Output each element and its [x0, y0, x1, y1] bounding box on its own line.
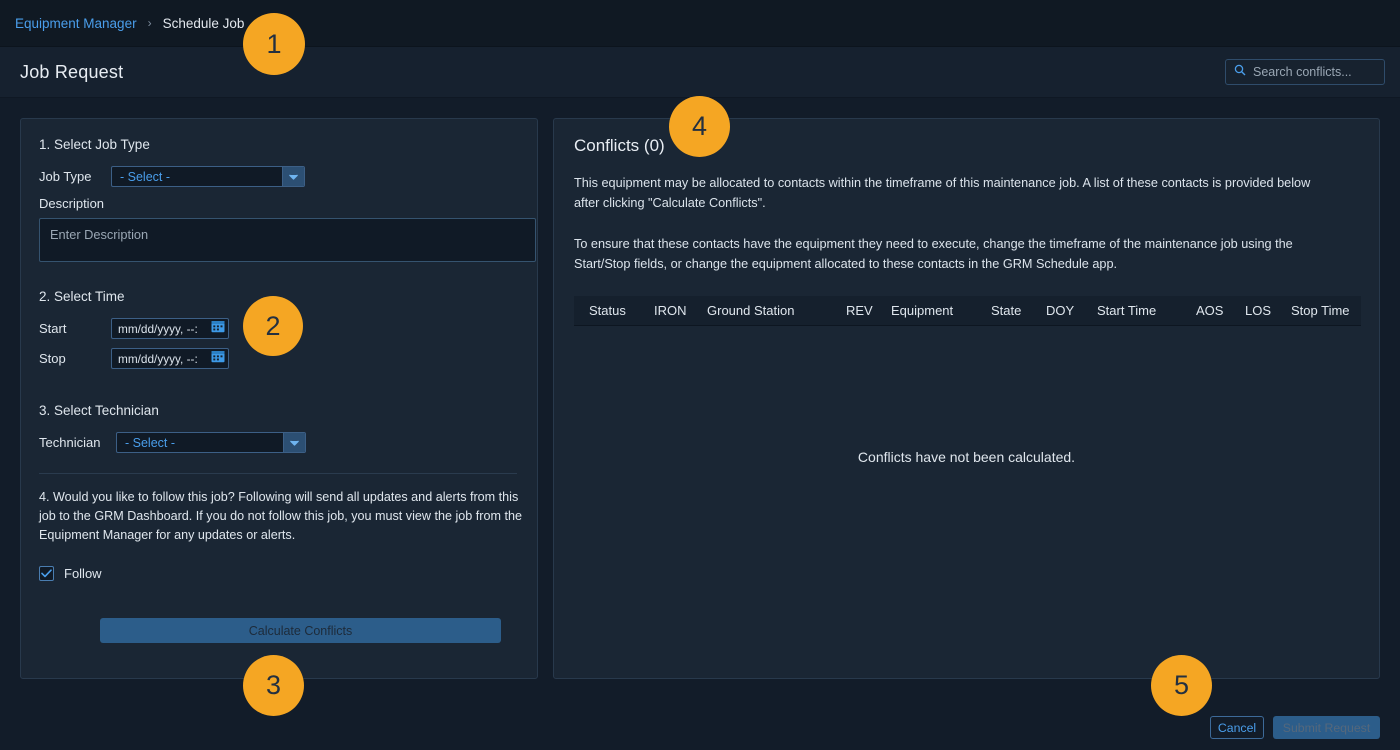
stop-datetime-value: mm/dd/yyyy, --: [118, 352, 198, 366]
search-input[interactable] [1253, 65, 1400, 79]
breadcrumb-current-schedule-job: Schedule Job [163, 16, 245, 31]
chevron-down-icon[interactable] [283, 433, 305, 452]
follow-checkbox-row[interactable]: Follow [39, 566, 517, 581]
table-column-header[interactable]: AOS [1196, 303, 1223, 318]
annotation-badge-2: 2 [243, 296, 303, 356]
cancel-button[interactable]: Cancel [1210, 716, 1264, 739]
annotation-badge-5: 5 [1151, 655, 1212, 716]
section-divider [39, 473, 517, 474]
step-3-label: 3. Select Technician [39, 403, 517, 418]
table-column-header[interactable]: DOY [1046, 303, 1074, 318]
search-conflicts-box[interactable] [1225, 59, 1385, 85]
content-area: 1. Select Job Type Job Type - Select - D… [0, 98, 1400, 679]
job-type-label: Job Type [39, 169, 111, 184]
chevron-down-icon[interactable] [282, 167, 304, 186]
table-column-header[interactable]: State [991, 303, 1021, 318]
table-column-header[interactable]: IRON [654, 303, 687, 318]
table-column-header[interactable]: Equipment [891, 303, 953, 318]
table-column-header[interactable]: LOS [1245, 303, 1271, 318]
job-type-value: - Select - [112, 167, 282, 186]
step-1-label: 1. Select Job Type [39, 137, 517, 152]
annotation-badge-1: 1 [243, 13, 305, 75]
table-column-header[interactable]: REV [846, 303, 873, 318]
technician-value: - Select - [117, 433, 283, 452]
calendar-icon[interactable] [211, 349, 225, 368]
stop-datetime-input[interactable]: mm/dd/yyyy, --: [111, 348, 229, 369]
description-label: Description [39, 196, 517, 211]
job-type-row: Job Type - Select - [39, 166, 517, 187]
conflicts-panel: Conflicts (0) This equipment may be allo… [553, 118, 1380, 679]
table-column-header[interactable]: Stop Time [1291, 303, 1350, 318]
search-icon [1234, 63, 1246, 81]
step-4-text: 4. Would you like to follow this job? Fo… [39, 488, 527, 545]
submit-request-button[interactable]: Submit Request [1273, 716, 1380, 739]
breadcrumb-separator-icon: › [148, 16, 152, 30]
technician-row: Technician - Select - [39, 432, 517, 453]
annotation-badge-3: 3 [243, 655, 304, 716]
table-column-header[interactable]: Status [589, 303, 626, 318]
conflicts-paragraph-2: To ensure that these contacts have the e… [574, 235, 1331, 274]
table-column-header[interactable]: Start Time [1097, 303, 1156, 318]
conflicts-paragraph-1: This equipment may be allocated to conta… [574, 174, 1331, 213]
calendar-icon[interactable] [211, 319, 225, 338]
footer-actions: Cancel Submit Request [1210, 716, 1380, 739]
job-type-select[interactable]: - Select - [111, 166, 305, 187]
conflicts-empty-message: Conflicts have not been calculated. [554, 449, 1379, 465]
page-title: Job Request [20, 62, 123, 83]
start-datetime-input[interactable]: mm/dd/yyyy, --: [111, 318, 229, 339]
technician-label: Technician [39, 435, 116, 450]
table-column-header[interactable]: Ground Station [707, 303, 794, 318]
calculate-conflicts-button[interactable]: Calculate Conflicts [100, 618, 501, 643]
start-datetime-value: mm/dd/yyyy, --: [118, 322, 198, 336]
job-form-panel: 1. Select Job Type Job Type - Select - D… [20, 118, 538, 679]
job-request-page: Equipment Manager › Schedule Job Job Req… [0, 0, 1400, 750]
description-input[interactable] [39, 218, 536, 262]
breadcrumb-link-equipment-manager[interactable]: Equipment Manager [15, 16, 137, 31]
start-label: Start [39, 321, 111, 336]
follow-checkbox[interactable] [39, 566, 54, 581]
stop-label: Stop [39, 351, 111, 366]
technician-select[interactable]: - Select - [116, 432, 306, 453]
conflicts-table-header: Status IRON Ground Station REV Equipment Stat… [574, 296, 1361, 326]
follow-label: Follow [64, 566, 102, 581]
annotation-badge-4: 4 [669, 96, 730, 157]
breadcrumb: Equipment Manager › Schedule Job [0, 0, 1400, 47]
page-header: Job Request [0, 47, 1400, 98]
